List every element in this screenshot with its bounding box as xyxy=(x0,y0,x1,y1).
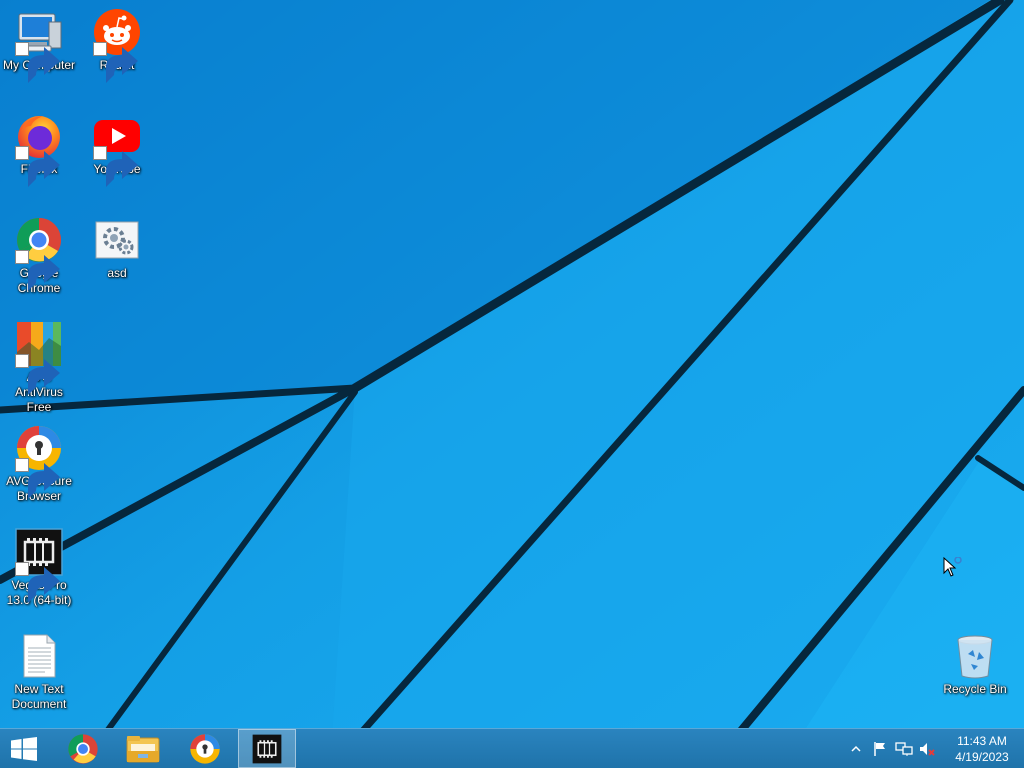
youtube-icon xyxy=(93,112,141,187)
shortcut-arrow-icon xyxy=(15,562,60,603)
start-button[interactable] xyxy=(0,729,48,768)
desktop-icon-new-text-document[interactable]: New Text Document xyxy=(0,626,78,712)
desktop-icon-my-computer[interactable]: My Computer xyxy=(0,2,78,83)
taskbar: 11:43 AM 4/19/2023 xyxy=(0,728,1024,768)
shortcut-arrow-icon xyxy=(93,146,138,187)
desktop-icon-youtube[interactable]: YouTube xyxy=(78,106,156,187)
recycle-bin-icon xyxy=(951,632,999,680)
desktop-icon-google-chrome[interactable]: Google Chrome xyxy=(0,210,78,296)
windows-start-icon xyxy=(11,736,37,761)
desktop-icon-label: Recycle Bin xyxy=(943,682,1007,696)
desktop-icon-reddit[interactable]: Reddit xyxy=(78,2,156,83)
chrome-icon xyxy=(15,216,63,291)
desktop-icon-asd[interactable]: asd xyxy=(78,210,156,281)
action-center-flag-icon[interactable] xyxy=(868,737,892,761)
shortcut-arrow-icon xyxy=(15,42,60,83)
mouse-cursor-icon xyxy=(943,557,962,577)
reddit-icon xyxy=(93,8,141,83)
clock-date: 4/19/2023 xyxy=(955,749,1009,764)
text-document-icon xyxy=(15,632,63,680)
desktop-icon-firefox[interactable]: Firefox xyxy=(0,106,78,187)
system-tray: 11:43 AM 4/19/2023 xyxy=(844,729,1024,768)
clock-time: 11:43 AM xyxy=(957,733,1007,748)
desktop-icon-recycle-bin[interactable]: Recycle Bin xyxy=(936,626,1014,697)
taskbar-vegas-pro-button[interactable] xyxy=(238,729,296,768)
computer-icon xyxy=(15,8,63,83)
taskbar-chrome-button[interactable] xyxy=(54,729,112,768)
avg-browser-icon xyxy=(15,424,63,499)
shortcut-arrow-icon xyxy=(15,354,60,395)
shortcut-arrow-icon xyxy=(15,250,60,291)
network-icon[interactable] xyxy=(892,737,916,761)
desktop-icon-label: New Text Document xyxy=(11,682,67,711)
settings-file-icon xyxy=(93,216,141,264)
taskbar-avg-browser-button[interactable] xyxy=(176,729,234,768)
desktop-icon-vegas-pro[interactable]: Vegas Pro 13.0 (64-bit) xyxy=(0,522,78,608)
chrome-icon xyxy=(68,733,98,764)
desktop-icon-avg-secure-browser[interactable]: AVG Secure Browser xyxy=(0,418,78,504)
desktop-icon-label: asd xyxy=(107,266,127,280)
show-hidden-icons-icon[interactable] xyxy=(844,737,868,761)
file-explorer-icon xyxy=(126,735,160,762)
taskbar-clock[interactable]: 11:43 AM 4/19/2023 xyxy=(940,733,1024,765)
firefox-icon xyxy=(15,112,63,187)
desktop-icon-avg-antivirus[interactable]: AVG AntiVirus Free xyxy=(0,314,78,415)
taskbar-file-explorer-button[interactable] xyxy=(114,729,172,768)
avg-browser-icon xyxy=(190,733,220,764)
shortcut-arrow-icon xyxy=(15,458,60,499)
volume-muted-icon[interactable] xyxy=(916,737,940,761)
avg-antivirus-icon xyxy=(15,320,63,395)
vegas-pro-icon xyxy=(15,528,63,603)
shortcut-arrow-icon xyxy=(93,42,138,83)
vegas-pro-icon xyxy=(252,734,282,763)
shortcut-arrow-icon xyxy=(15,146,60,187)
